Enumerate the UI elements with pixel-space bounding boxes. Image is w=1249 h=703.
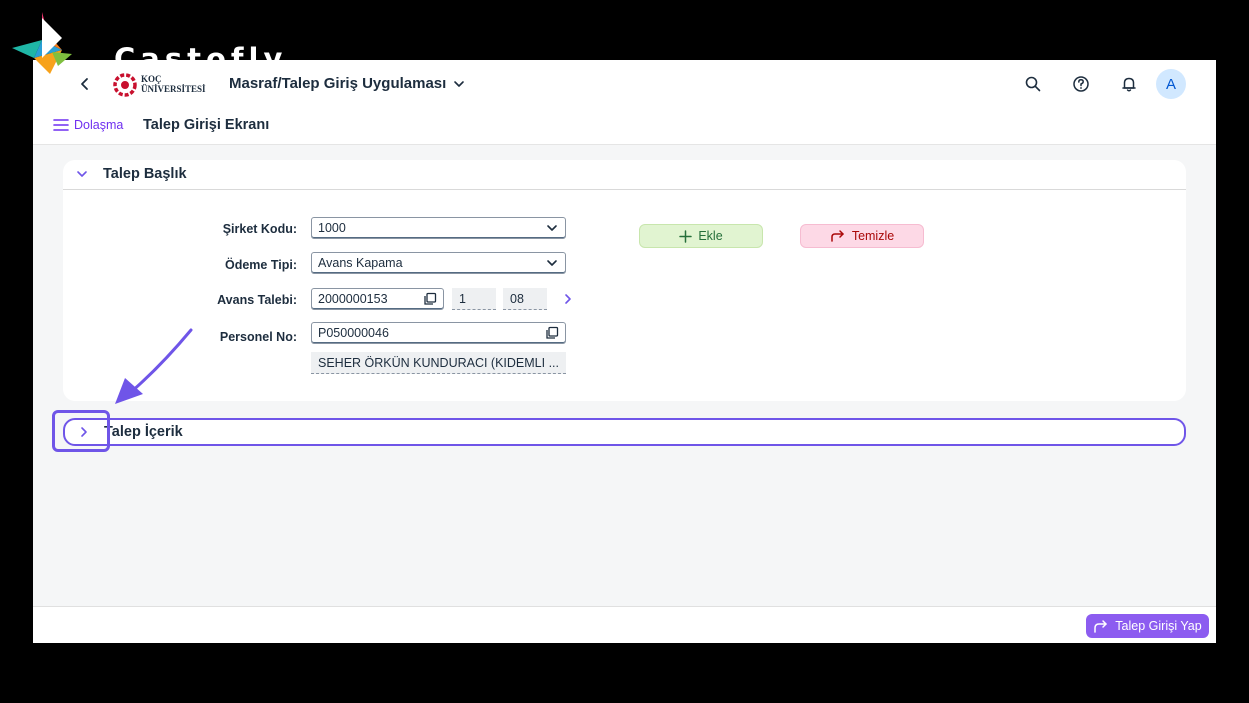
redo-arrow-icon xyxy=(831,230,844,242)
navigation-menu-label: Dolaşma xyxy=(74,118,124,132)
highlight-box xyxy=(52,410,110,452)
chevron-down-icon xyxy=(547,260,557,266)
notifications-button[interactable] xyxy=(1117,72,1141,96)
talep-baslik-panel: Talep Başlık Şirket Kodu: 1000 Ödeme Tip… xyxy=(63,160,1186,401)
temizle-label: Temizle xyxy=(851,229,895,243)
personel-name-field: SEHER ÖRKÜN KUNDURACI (KIDEMLI ... xyxy=(311,352,566,374)
talep-girisi-yap-button[interactable]: Talep Girişi Yap xyxy=(1086,614,1209,638)
avatar-initial: A xyxy=(1165,75,1176,93)
search-button[interactable] xyxy=(1021,72,1045,96)
hamburger-menu-icon xyxy=(53,119,69,131)
bell-icon xyxy=(1122,77,1136,92)
forward-arrow-icon xyxy=(1094,620,1108,633)
ekle-label: Ekle xyxy=(698,229,723,243)
personel-no-input[interactable]: P050000046 xyxy=(311,322,566,344)
chevron-right-icon[interactable] xyxy=(561,292,575,306)
avans-month-value: 08 xyxy=(510,291,524,306)
temizle-button[interactable]: Temizle xyxy=(800,224,924,248)
user-avatar[interactable]: A xyxy=(1156,69,1186,99)
pointer-arrow-icon xyxy=(115,328,193,404)
sirket-kodu-value: 1000 xyxy=(318,221,346,235)
brand-name: Castofly xyxy=(114,42,288,76)
talep-icerik-panel[interactable]: Talep İçerik xyxy=(63,418,1186,446)
talep-girisi-yap-label: Talep Girişi Yap xyxy=(1115,619,1202,633)
avans-talebi-value: 2000000153 xyxy=(318,292,388,306)
talep-baslik-title: Talep Başlık xyxy=(103,166,187,182)
castofly-logo-icon xyxy=(12,12,72,74)
value-help-icon[interactable] xyxy=(545,326,559,340)
avans-talebi-label: Avans Talebi: xyxy=(217,293,297,307)
castofly-brand: Castofly xyxy=(12,12,312,84)
help-icon xyxy=(1073,76,1089,92)
plus-icon xyxy=(679,229,693,243)
ekle-button[interactable]: Ekle xyxy=(639,224,763,248)
avans-month-field: 08 xyxy=(503,288,547,310)
avans-item-value: 1 xyxy=(459,291,466,306)
odeme-tipi-value: Avans Kapama xyxy=(318,256,403,270)
footer-toolbar: Talep Girişi Yap xyxy=(33,606,1216,643)
app-window: KOÇ ÜNİVERSİTESİ Masraf/Talep Giriş Uygu… xyxy=(33,60,1216,643)
odeme-tipi-select[interactable]: Avans Kapama xyxy=(311,252,566,274)
navigation-menu-button[interactable]: Dolaşma xyxy=(53,118,123,132)
odeme-tipi-label: Ödeme Tipi: xyxy=(224,258,297,272)
chevron-down-icon xyxy=(454,80,465,87)
help-button[interactable] xyxy=(1069,72,1093,96)
logo-line2: ÜNİVERSİTESİ xyxy=(141,84,206,94)
talep-baslik-header[interactable]: Talep Başlık xyxy=(63,160,1186,190)
sirket-kodu-label: Şirket Kodu: xyxy=(222,222,297,236)
page-subheader: Dolaşma Talep Girişi Ekranı xyxy=(33,108,1216,145)
talep-icerik-title: Talep İçerik xyxy=(104,424,183,440)
page-title: Talep Girişi Ekranı xyxy=(143,117,270,133)
search-icon xyxy=(1025,76,1041,92)
value-help-icon[interactable] xyxy=(423,292,437,306)
avans-talebi-input[interactable]: 2000000153 xyxy=(311,288,444,310)
personel-name-value: SEHER ÖRKÜN KUNDURACI (KIDEMLI ... xyxy=(318,355,560,370)
chevron-down-icon xyxy=(547,225,557,231)
personel-no-value: P050000046 xyxy=(318,326,389,340)
sirket-kodu-select[interactable]: 1000 xyxy=(311,217,566,239)
avans-item-field: 1 xyxy=(452,288,496,310)
chevron-down-icon[interactable] xyxy=(75,167,89,181)
